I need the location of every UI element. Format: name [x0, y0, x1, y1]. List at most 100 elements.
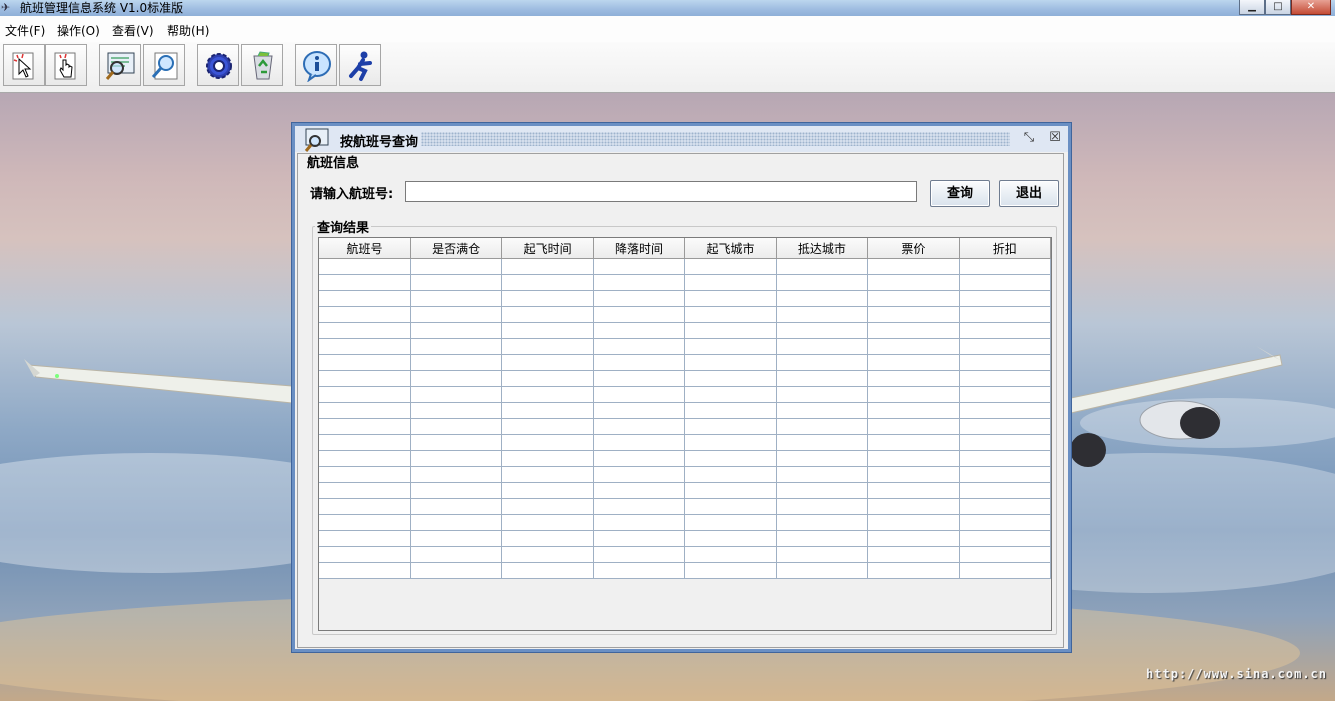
table-cell[interactable]: [958, 258, 1052, 275]
table-cell[interactable]: [592, 562, 686, 579]
table-cell[interactable]: [867, 530, 960, 547]
exit-button[interactable]: 退出: [999, 180, 1059, 207]
table-cell[interactable]: [409, 402, 503, 419]
table-cell[interactable]: [958, 482, 1052, 499]
table-cell[interactable]: [684, 258, 777, 275]
table-cell[interactable]: [867, 514, 960, 531]
table-cell[interactable]: [409, 418, 503, 435]
table-cell[interactable]: [867, 546, 960, 563]
table-cell[interactable]: [319, 290, 411, 307]
table-cell[interactable]: [319, 434, 411, 451]
table-cell[interactable]: [958, 450, 1052, 467]
toolbar-button-search[interactable]: [99, 44, 141, 86]
table-cell[interactable]: [867, 258, 960, 275]
table-cell[interactable]: [775, 274, 869, 291]
table-row[interactable]: [319, 258, 1052, 275]
table-cell[interactable]: [958, 290, 1052, 307]
table-cell[interactable]: [319, 370, 411, 387]
table-cell[interactable]: [775, 498, 869, 515]
query-button[interactable]: 查询: [930, 180, 990, 207]
table-cell[interactable]: [684, 450, 777, 467]
table-cell[interactable]: [501, 386, 594, 403]
table-cell[interactable]: [775, 546, 869, 563]
table-cell[interactable]: [319, 338, 411, 355]
table-cell[interactable]: [409, 482, 503, 499]
table-cell[interactable]: [958, 514, 1052, 531]
table-cell[interactable]: [958, 546, 1052, 563]
table-row[interactable]: [319, 466, 1052, 483]
table-cell[interactable]: [501, 354, 594, 371]
table-row[interactable]: [319, 322, 1052, 339]
table-cell[interactable]: [684, 466, 777, 483]
table-cell[interactable]: [684, 434, 777, 451]
table-cell[interactable]: [409, 546, 503, 563]
table-cell[interactable]: [592, 306, 686, 323]
table-cell[interactable]: [775, 402, 869, 419]
table-cell[interactable]: [684, 354, 777, 371]
table-cell[interactable]: [409, 466, 503, 483]
table-cell[interactable]: [958, 402, 1052, 419]
table-cell[interactable]: [867, 498, 960, 515]
table-cell[interactable]: [409, 322, 503, 339]
table-cell[interactable]: [319, 386, 411, 403]
table-cell[interactable]: [867, 370, 960, 387]
table-cell[interactable]: [958, 466, 1052, 483]
table-row[interactable]: [319, 370, 1052, 387]
table-cell[interactable]: [319, 450, 411, 467]
menu-file[interactable]: 文件(F): [5, 22, 45, 39]
table-cell[interactable]: [958, 530, 1052, 547]
table-cell[interactable]: [501, 274, 594, 291]
table-cell[interactable]: [409, 386, 503, 403]
table-row[interactable]: [319, 482, 1052, 499]
menu-help[interactable]: 帮助(H): [167, 22, 209, 39]
table-cell[interactable]: [501, 338, 594, 355]
table-cell[interactable]: [319, 418, 411, 435]
table-cell[interactable]: [867, 562, 960, 579]
toolbar-button-exit[interactable]: [339, 44, 381, 86]
table-cell[interactable]: [867, 466, 960, 483]
table-cell[interactable]: [684, 290, 777, 307]
table-cell[interactable]: [592, 450, 686, 467]
column-header-price[interactable]: 票价: [867, 238, 960, 259]
table-cell[interactable]: [501, 530, 594, 547]
table-cell[interactable]: [684, 370, 777, 387]
toolbar-button-recycle[interactable]: [241, 44, 283, 86]
menu-operation[interactable]: 操作(O): [57, 22, 100, 39]
table-cell[interactable]: [684, 418, 777, 435]
table-cell[interactable]: [775, 514, 869, 531]
table-cell[interactable]: [775, 354, 869, 371]
table-cell[interactable]: [501, 402, 594, 419]
table-cell[interactable]: [409, 514, 503, 531]
table-cell[interactable]: [958, 562, 1052, 579]
column-header-flight-no[interactable]: 航班号: [319, 238, 411, 259]
table-cell[interactable]: [592, 530, 686, 547]
table-row[interactable]: [319, 562, 1052, 579]
column-header-discount[interactable]: 折扣: [958, 238, 1052, 259]
table-cell[interactable]: [867, 274, 960, 291]
table-cell[interactable]: [684, 338, 777, 355]
table-cell[interactable]: [867, 482, 960, 499]
dialog-title-bar[interactable]: 按航班号查询 ⤡ ☒: [295, 126, 1068, 152]
table-cell[interactable]: [592, 546, 686, 563]
table-cell[interactable]: [867, 450, 960, 467]
column-header-arrival-time[interactable]: 降落时间: [592, 238, 686, 259]
table-cell[interactable]: [319, 402, 411, 419]
column-header-departure-city[interactable]: 起飞城市: [684, 238, 777, 259]
table-cell[interactable]: [319, 546, 411, 563]
table-cell[interactable]: [501, 418, 594, 435]
table-cell[interactable]: [319, 258, 411, 275]
table-cell[interactable]: [684, 498, 777, 515]
table-cell[interactable]: [501, 546, 594, 563]
table-cell[interactable]: [867, 306, 960, 323]
table-cell[interactable]: [319, 562, 411, 579]
table-cell[interactable]: [501, 258, 594, 275]
table-cell[interactable]: [775, 370, 869, 387]
table-cell[interactable]: [409, 354, 503, 371]
table-cell[interactable]: [775, 386, 869, 403]
table-row[interactable]: [319, 418, 1052, 435]
table-cell[interactable]: [775, 434, 869, 451]
table-cell[interactable]: [684, 402, 777, 419]
table-cell[interactable]: [409, 450, 503, 467]
table-cell[interactable]: [775, 530, 869, 547]
table-row[interactable]: [319, 354, 1052, 371]
